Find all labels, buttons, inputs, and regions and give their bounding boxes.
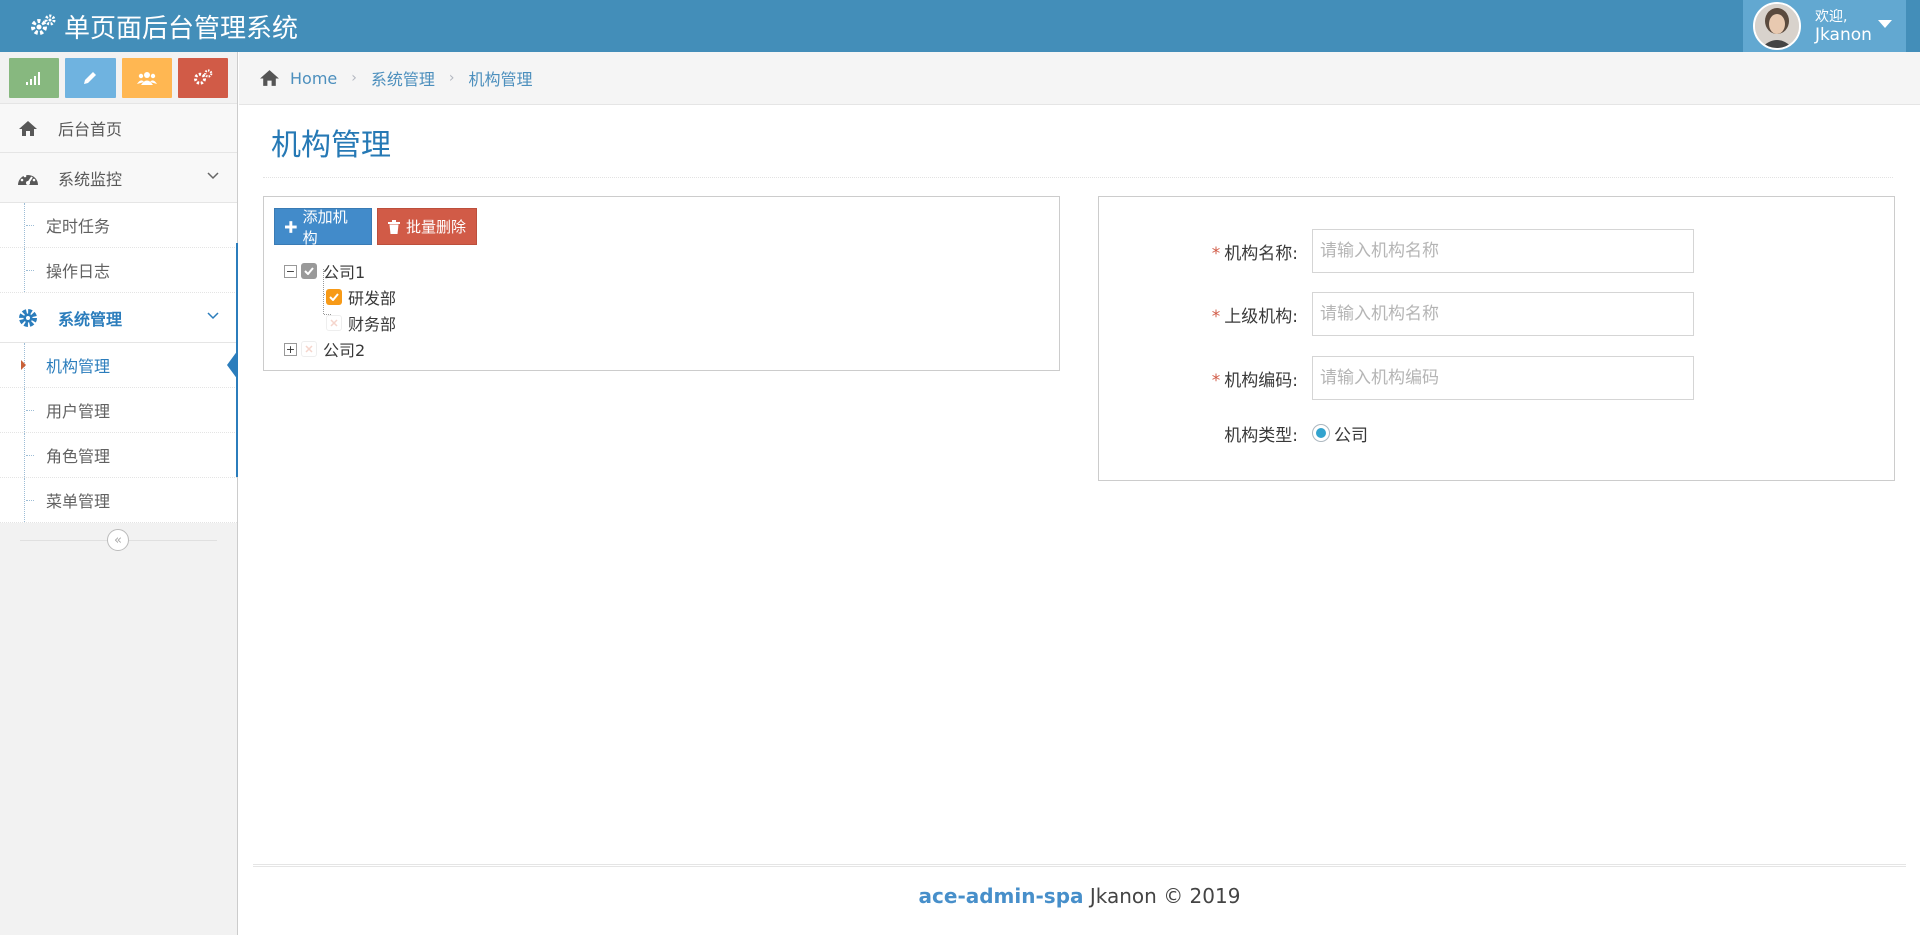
org-tree-panel: 添加机构 批量删除 − 公司1 研发部 财务部 + 公司2 <box>263 196 1060 371</box>
users-icon <box>136 72 157 85</box>
form-row-parent: * 上级机构: <box>1099 292 1896 336</box>
tree-node-finance-dept[interactable]: 财务部 <box>322 311 396 335</box>
footer-text: Jkanon © 2019 <box>1083 884 1241 908</box>
form-row-type: 机构类型: 公司 <box>1099 411 1896 455</box>
user-menu[interactable]: 欢迎, Jkanon <box>1743 0 1906 52</box>
double-angle-left-icon[interactable]: « <box>107 529 129 551</box>
form-row-name: * 机构名称: <box>1099 229 1896 273</box>
checkbox-checked-icon[interactable] <box>326 289 342 305</box>
tree-node-label: 财务部 <box>348 315 397 334</box>
sidebar-subitem-role-management[interactable]: 角色管理 <box>0 433 237 478</box>
sidebar-subitem-user-management[interactable]: 用户管理 <box>0 388 237 433</box>
breadcrumb-level1-link[interactable]: 系统管理 <box>371 66 435 90</box>
form-row-code: * 机构编码: <box>1099 356 1896 400</box>
shortcut-cogs-button[interactable] <box>177 58 228 98</box>
home-icon <box>260 70 279 86</box>
breadcrumb-current: 机构管理 <box>468 70 533 89</box>
org-type-company-label[interactable]: 公司 <box>1334 421 1368 446</box>
cogs-icon <box>31 14 56 35</box>
add-org-label: 添加机构 <box>302 207 348 247</box>
breadcrumb-home-link[interactable]: Home <box>290 69 337 88</box>
parent-org-input[interactable] <box>1312 292 1694 336</box>
sidebar-collapse: « <box>0 523 237 557</box>
sidebar-subitem-org-management[interactable]: 机构管理 <box>0 343 237 388</box>
footer-divider <box>253 864 1906 867</box>
sidebar-subitem-menu-management[interactable]: 菜单管理 <box>0 478 237 523</box>
sidebar-active-arrow <box>227 350 238 380</box>
signal-icon <box>26 72 41 85</box>
required-marker: * <box>1211 243 1221 264</box>
tree-node-label: 公司1 <box>323 263 366 282</box>
required-marker: * <box>1211 306 1221 327</box>
avatar <box>1753 2 1801 50</box>
org-type-company-radio[interactable] <box>1312 424 1330 442</box>
checkbox-partial-icon[interactable] <box>301 263 317 279</box>
cogs-icon <box>193 69 213 85</box>
add-org-button[interactable]: 添加机构 <box>274 207 372 247</box>
breadcrumb: Home › 系统管理 › 机构管理 <box>239 52 1920 105</box>
footer-brand: ace-admin-spa <box>918 884 1084 908</box>
chevron-down-icon <box>207 172 219 180</box>
cog-icon <box>19 308 37 327</box>
tree-node-company1[interactable]: − 公司1 <box>284 259 365 283</box>
plus-icon <box>285 220 297 233</box>
shortcut-users-button[interactable] <box>121 58 172 98</box>
checkbox-unchecked-icon[interactable] <box>326 315 342 331</box>
breadcrumb-separator-icon: › <box>351 70 357 86</box>
app-title: 单页面后台管理系统 <box>64 13 299 44</box>
tree-node-rd-dept[interactable]: 研发部 <box>322 285 396 309</box>
sidebar-item-system[interactable]: 系统管理 <box>0 293 237 343</box>
org-name-label: * 机构名称: <box>1211 243 1298 264</box>
org-form-panel: *机构名称: *上级机构: *机构编码: 机构类型: 公司 <box>1098 196 1895 481</box>
shortcut-pencil-button[interactable] <box>65 58 116 98</box>
org-type-label: 机构类型: <box>1224 425 1298 446</box>
org-code-input[interactable] <box>1312 356 1694 400</box>
welcome-text: 欢迎, <box>1815 9 1848 25</box>
home-icon <box>19 120 37 136</box>
sidebar-subitem-operation-log[interactable]: 操作日志 <box>0 248 237 293</box>
org-code-label: * 机构编码: <box>1211 370 1298 391</box>
sidebar-shortcuts <box>0 52 237 103</box>
caret-down-icon[interactable] <box>1878 20 1892 28</box>
trash-icon <box>388 219 400 234</box>
pencil-icon <box>84 72 97 84</box>
sidebar-subitem-label: 用户管理 <box>46 402 111 421</box>
sidebar-item-label: 后台首页 <box>58 120 123 139</box>
shortcut-signal-button[interactable] <box>9 58 60 98</box>
sidebar-subitem-label: 菜单管理 <box>46 492 111 511</box>
user-name: Jkanon <box>1815 25 1872 45</box>
sidebar-item-monitor[interactable]: 系统监控 <box>0 153 237 203</box>
batch-delete-button[interactable]: 批量删除 <box>377 208 477 245</box>
sidebar-subitem-label: 操作日志 <box>46 262 111 281</box>
sidebar: 后台首页 系统监控 定时任务 操作日志 系统管理 机构管理 用户管理 角色管理 … <box>0 52 238 935</box>
checkbox-unchecked-icon[interactable] <box>301 341 317 357</box>
footer: ace-admin-spa Jkanon © 2019 <box>239 884 1920 908</box>
expand-toggle-icon[interactable]: + <box>284 342 297 356</box>
tree-node-company2[interactable]: + 公司2 <box>284 337 365 361</box>
sidebar-item-dashboard[interactable]: 后台首页 <box>0 103 237 153</box>
sidebar-subitem-label: 定时任务 <box>46 217 111 236</box>
top-navbar: 单页面后台管理系统 欢迎, Jkanon <box>0 0 1920 52</box>
collapse-toggle-icon[interactable]: − <box>284 264 297 278</box>
parent-org-label: * 上级机构: <box>1211 306 1298 327</box>
page-title: 机构管理 <box>271 128 391 163</box>
brand[interactable]: 单页面后台管理系统 <box>30 0 298 52</box>
dashboard-icon <box>18 174 38 185</box>
sidebar-item-label: 系统管理 <box>58 309 123 329</box>
sidebar-subitem-label: 角色管理 <box>46 447 111 466</box>
sidebar-item-label: 系统监控 <box>58 169 123 189</box>
tree-node-label: 公司2 <box>323 341 366 360</box>
sidebar-subitem-label: 机构管理 <box>46 357 111 376</box>
tree-node-label: 研发部 <box>348 289 397 308</box>
page-header: 机构管理 <box>263 105 1893 178</box>
chevron-down-icon <box>207 312 219 320</box>
breadcrumb-separator-icon: › <box>448 70 455 86</box>
sidebar-subitem-scheduled-tasks[interactable]: 定时任务 <box>0 203 237 248</box>
org-name-input[interactable] <box>1312 229 1694 273</box>
batch-delete-label: 批量删除 <box>406 218 467 236</box>
required-marker: * <box>1211 370 1221 391</box>
